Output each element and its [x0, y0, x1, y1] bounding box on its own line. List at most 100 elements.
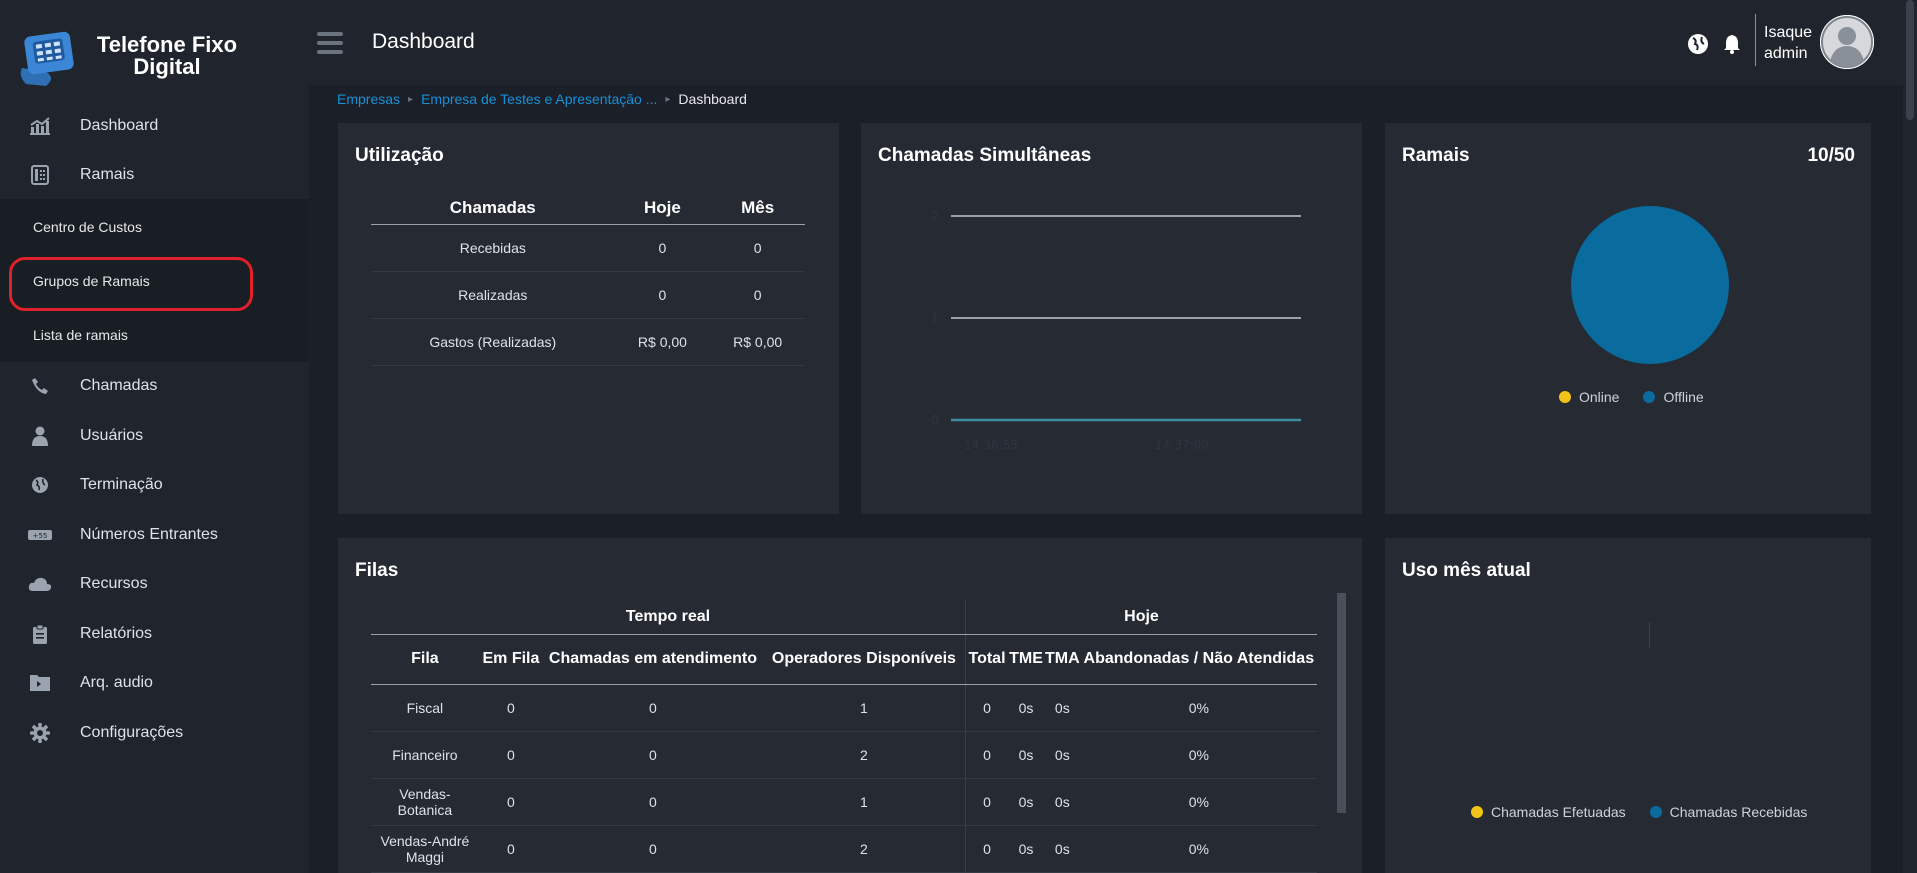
table-cell: 0s: [1008, 684, 1044, 732]
breadcrumb-current: Dashboard: [678, 91, 747, 107]
table-cell: R$ 0,00: [614, 318, 711, 366]
sidebar-item-usuarios[interactable]: Usuários: [0, 412, 309, 460]
sidebar-item-dashboard[interactable]: Dashboard: [0, 102, 309, 150]
chamadas-simultaneas-card: Chamadas Simultâneas 2 1 0 14:36:55 14:3…: [861, 123, 1362, 514]
ramais-title: Ramais: [1402, 145, 1470, 166]
table-cell: 0%: [1080, 825, 1317, 873]
column-header: Total: [965, 634, 1008, 685]
subitem-centro-de-custos[interactable]: Centro de Custos: [33, 219, 142, 235]
sidebar-item-label: Relatórios: [80, 625, 153, 642]
column-header: TME: [1008, 634, 1044, 685]
highlight-annotation: [9, 257, 253, 311]
utilizacao-title: Utilização: [355, 145, 444, 166]
y-tick-label: 0: [931, 413, 939, 427]
notification-bell-icon[interactable]: [1723, 34, 1741, 54]
sidebar-item-configuracoes[interactable]: Configurações: [0, 709, 309, 757]
sidebar-item-chamadas[interactable]: Chamadas: [0, 362, 309, 410]
table-cell: 0s: [1044, 684, 1081, 732]
table-cell: 0: [478, 731, 544, 779]
brand-logo[interactable]: Telefone Fixo Digital: [16, 24, 246, 86]
column-header: Mês: [710, 192, 805, 225]
filas-scrollbar[interactable]: [1337, 593, 1346, 813]
filas-table: Tempo real Hoje Fila Em Fila Chamadas em…: [371, 600, 1317, 873]
table-row: Vendas-Botanica 0 0 1 0 0s 0s 0%: [371, 778, 1317, 826]
sidebar-item-arq-audio[interactable]: Arq. audio: [0, 659, 309, 707]
sidebar-item-relatorios[interactable]: Relatórios: [0, 610, 309, 658]
table-header-row: Chamadas Hoje Mês: [371, 192, 805, 225]
table-cell: 0%: [1080, 731, 1317, 779]
uso-mes-atual-title: Uso mês atual: [1402, 560, 1531, 581]
table-cell: 0: [543, 684, 763, 732]
breadcrumb-empresa[interactable]: Empresa de Testes e Apresentação ...: [421, 91, 657, 107]
table-cell: 0: [710, 271, 805, 319]
table-cell: Vendas-André Maggi: [371, 825, 479, 873]
user-role: admin: [1764, 45, 1808, 62]
legend-dot: [1649, 806, 1662, 818]
brand-title: Telefone Fixo Digital: [82, 34, 252, 78]
table-row: Fiscal 0 0 1 0 0s 0s 0%: [371, 684, 1317, 732]
avatar[interactable]: [1820, 15, 1874, 69]
sidebar-item-label: Arq. audio: [80, 674, 153, 691]
user-divider: [1755, 14, 1756, 66]
x-tick-label: 14:36:55: [964, 438, 1018, 452]
table-cell: Gastos (Realizadas): [371, 318, 615, 366]
sidebar-item-terminacao[interactable]: Terminação: [0, 461, 309, 509]
legend-label: Online: [1579, 389, 1620, 405]
column-header: Chamadas: [371, 192, 615, 225]
table-row: Recebidas 0 0: [371, 224, 805, 272]
page-scrollbar[interactable]: [1903, 0, 1917, 873]
table-cell: 0: [965, 778, 1008, 826]
legend-dot: [1471, 806, 1483, 818]
table-cell: 0: [543, 731, 763, 779]
chart-tick: [1649, 622, 1650, 648]
legend-label: Offline: [1663, 389, 1704, 405]
column-header: Em Fila: [478, 634, 544, 685]
legend-item-chamadas-efetuadas[interactable]: Chamadas Efetuadas: [1471, 804, 1626, 820]
subitem-lista-de-ramais[interactable]: Lista de ramais: [33, 327, 128, 343]
breadcrumb-separator-icon: ▸: [408, 93, 414, 105]
column-header: Hoje: [614, 192, 711, 225]
sidebar-item-label: Ramais: [80, 166, 135, 183]
chart-icon: [28, 114, 52, 138]
cloud-icon: [28, 572, 52, 596]
brand-title-line2: Digital: [133, 54, 201, 79]
legend-item-offline[interactable]: Offline: [1643, 389, 1704, 405]
table-cell: 2: [762, 825, 966, 873]
utilizacao-table: Chamadas Hoje Mês Recebidas 0 0 Realizad…: [371, 192, 805, 366]
breadcrumb: Empresas ▸ Empresa de Testes e Apresenta…: [337, 91, 747, 107]
sidebar-item-ramais[interactable]: Ramais: [0, 151, 309, 199]
sidebar-item-recursos[interactable]: Recursos: [0, 560, 309, 608]
language-globe-icon[interactable]: [1687, 33, 1709, 55]
user-avatar-icon: [1820, 15, 1874, 69]
table-cell: Fiscal: [371, 684, 479, 732]
page-scrollbar-thumb[interactable]: [1906, 0, 1914, 120]
sidebar-item-label: Chamadas: [80, 377, 158, 394]
table-cell: 0: [614, 224, 711, 272]
user-first-name: Isaque: [1764, 24, 1813, 41]
table-cell: 1: [762, 778, 966, 826]
audio-folder-icon: [28, 671, 52, 695]
table-cell: 0s: [1008, 731, 1044, 779]
table-cell: 0: [478, 778, 544, 826]
y-tick-label: 1: [931, 311, 939, 325]
breadcrumb-empresas[interactable]: Empresas: [337, 91, 400, 107]
sidebar-item-label: Configurações: [80, 724, 184, 741]
menu-toggle-icon[interactable]: [317, 32, 343, 54]
legend-item-chamadas-recebidas[interactable]: Chamadas Recebidas: [1649, 804, 1807, 820]
brand-title-line1: Telefone Fixo: [96, 32, 238, 57]
sidebar-item-numeros-entrantes[interactable]: +55 Números Entrantes: [0, 511, 309, 559]
pie-slice-offline: [1571, 206, 1729, 364]
top-bar: Dashboard Isaque admin: [309, 0, 1917, 85]
legend-item-online[interactable]: Online: [1559, 389, 1619, 405]
sidebar-item-label: Números Entrantes: [80, 526, 218, 543]
sidebar-item-label: Dashboard: [80, 117, 159, 134]
table-cell: 0s: [1008, 825, 1044, 873]
gear-icon: [28, 721, 52, 745]
sidebar-item-label: Recursos: [80, 575, 148, 592]
simultaneas-chart: 2 1 0 14:36:55 14:37:00: [931, 209, 1301, 452]
table-cell: Financeiro: [371, 731, 479, 779]
legend-dot: [1643, 391, 1656, 403]
uso-mes-atual-card: Uso mês atual Chamadas Efetuadas Chamada…: [1385, 538, 1871, 873]
table-cell: 0%: [1080, 778, 1317, 826]
user-name[interactable]: Isaque admin: [1764, 22, 1812, 64]
